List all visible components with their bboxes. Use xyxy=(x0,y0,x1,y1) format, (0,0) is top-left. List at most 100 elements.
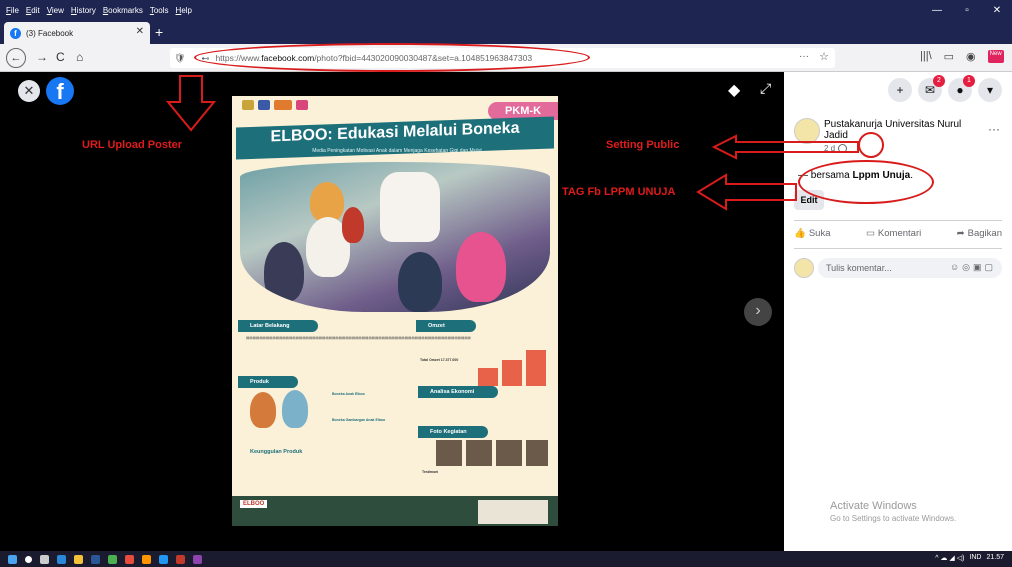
post-options-button[interactable]: ··· xyxy=(988,122,1000,136)
section-analisa-ekonomi: Analisa Ekonomi xyxy=(418,386,498,398)
windows-start-icon[interactable] xyxy=(8,554,17,564)
task-view-icon[interactable] xyxy=(40,554,49,564)
pdf-icon[interactable] xyxy=(176,554,185,564)
chrome-icon[interactable] xyxy=(108,554,117,564)
search-icon[interactable] xyxy=(25,555,32,563)
library-icon[interactable]: |||\ xyxy=(920,50,932,63)
logo-icon xyxy=(274,100,292,110)
account-icon[interactable]: ◉ xyxy=(966,50,976,63)
tray-icons[interactable]: ^ ☁ ◢ ◁) xyxy=(935,554,964,562)
facebook-logo-icon[interactable]: f xyxy=(46,77,74,105)
comment-placeholder: Tulis komentar... xyxy=(826,263,892,273)
menu-edit[interactable]: Edit xyxy=(26,6,40,15)
tab-bar: f (3) Facebook ✕ + xyxy=(0,20,1012,44)
restore-button[interactable]: ▫ xyxy=(952,5,982,16)
next-photo-button[interactable]: › xyxy=(744,298,772,326)
section-latar-belakang: Latar Belakang xyxy=(238,320,318,332)
sidebar-icon[interactable]: ▭ xyxy=(944,50,954,63)
poster-photo xyxy=(240,162,550,312)
page-actions-button[interactable]: ··· xyxy=(799,51,809,62)
system-tray: ^ ☁ ◢ ◁) IND 21.57 xyxy=(935,554,1004,562)
facebook-favicon-icon: f xyxy=(10,27,21,39)
product-2-name: Boneka Gambargan Anak Elboo xyxy=(332,418,386,422)
poster-subtitle: Media Peningkatan Motivasi Anak dalam Me… xyxy=(312,148,482,154)
person-figure xyxy=(264,242,304,302)
home-button[interactable]: ⌂ xyxy=(76,50,83,64)
screen: File Edit View History Bookmarks Tools H… xyxy=(0,0,1012,567)
menu-history[interactable]: History xyxy=(71,6,96,15)
menu-tools[interactable]: Tools xyxy=(150,6,169,15)
poster-footer: ELBOO xyxy=(232,496,558,526)
person-figure xyxy=(398,252,442,312)
menu-bar: File Edit View History Bookmarks Tools H… xyxy=(0,0,1012,20)
menu-bookmarks[interactable]: Bookmarks xyxy=(103,6,143,15)
privacy-highlight-ellipse xyxy=(858,132,884,158)
notifications-button[interactable]: ● 1 xyxy=(948,75,975,102)
share-button[interactable]: ➦ Bagikan xyxy=(957,228,1002,239)
like-button[interactable]: 👍 Suka xyxy=(794,228,831,239)
back-button[interactable]: ← xyxy=(6,48,26,68)
annotation-tag-lppm: TAG Fb LPPM UNUJA xyxy=(562,186,676,198)
post-actions: 👍 Suka ▭ Komentari ➦ Bagikan xyxy=(794,228,1002,239)
doll-figure xyxy=(282,390,308,428)
windows-taskbar: ^ ☁ ◢ ◁) IND 21.57 xyxy=(0,551,1012,567)
account-menu-button[interactable]: ▾ xyxy=(978,78,1002,102)
section-produk: Produk xyxy=(238,376,298,388)
tracking-shield-icon[interactable]: 🛡 xyxy=(174,53,185,64)
close-window-button[interactable]: ✕ xyxy=(982,5,1012,16)
section-omzet: Omzet xyxy=(416,320,476,332)
chart-bar xyxy=(478,368,498,386)
tab-title: (3) Facebook xyxy=(26,28,74,38)
whats-new-icon[interactable]: New xyxy=(987,50,1004,63)
fullscreen-icon[interactable]: ⤢ xyxy=(760,80,771,97)
paint-icon[interactable] xyxy=(193,554,202,564)
close-viewer-button[interactable]: ✕ xyxy=(18,80,40,102)
logo-icon xyxy=(258,100,270,110)
tooth-figure xyxy=(380,172,440,242)
doll-figure xyxy=(342,207,364,243)
tag-photo-icon[interactable]: ◆ xyxy=(728,80,740,100)
comment-tools-icon[interactable]: ☺◎▣▢ xyxy=(950,262,996,273)
menu-help[interactable]: Help xyxy=(176,6,192,15)
minimize-button[interactable]: — xyxy=(922,5,952,16)
watermark-line2: Go to Settings to activate Windows. xyxy=(830,514,957,523)
logo-icon xyxy=(296,100,308,110)
comment-button[interactable]: ▭ Komentari xyxy=(866,228,921,239)
opera-icon[interactable] xyxy=(125,554,134,564)
bookmark-star-icon[interactable]: ☆ xyxy=(819,50,829,63)
down-arrow-icon xyxy=(165,75,217,132)
left-arrow-icon xyxy=(696,173,797,211)
new-tab-button[interactable]: + xyxy=(155,24,163,40)
messenger-button[interactable]: ✉ 2 xyxy=(918,75,945,102)
menu-view[interactable]: View xyxy=(47,6,64,15)
section-keunggulan: Keunggulan Produk xyxy=(250,449,303,455)
tab-facebook[interactable]: f (3) Facebook ✕ xyxy=(4,22,150,44)
comment-icon: ▭ xyxy=(865,228,875,239)
browser-toolbar: |||\ ▭ ◉ New xyxy=(920,50,1004,63)
poster-image: PKM-K ELBOO: Edukasi Melalui Boneka Medi… xyxy=(232,96,558,526)
clock[interactable]: 21.57 xyxy=(986,554,1004,562)
word-icon[interactable] xyxy=(91,554,100,564)
watermark-line1: Activate Windows xyxy=(830,500,917,512)
share-icon: ➦ xyxy=(956,228,965,239)
messenger-icon: ✉ xyxy=(924,83,936,97)
language-indicator[interactable]: IND xyxy=(969,554,981,562)
edge-icon[interactable] xyxy=(57,554,66,564)
comment-input[interactable]: Tulis komentar... ☺◎▣▢ xyxy=(818,258,1002,278)
firefox-icon[interactable] xyxy=(142,554,151,564)
divider xyxy=(794,248,1002,249)
activate-windows-watermark: Activate Windows Go to Settings to activ… xyxy=(830,500,956,523)
close-tab-icon[interactable]: ✕ xyxy=(136,26,144,37)
person-figure xyxy=(310,182,344,222)
forward-button[interactable]: → xyxy=(36,50,48,64)
body-text: ▤▤▤▤▤▤▤▤▤▤▤▤▤▤▤▤▤▤▤▤▤▤▤▤▤▤▤▤▤▤▤▤▤▤▤▤▤▤▤▤… xyxy=(246,336,471,340)
reload-button[interactable]: C xyxy=(56,50,65,64)
like-icon: 👍 xyxy=(794,228,806,239)
create-button[interactable]: + xyxy=(888,78,912,102)
menu-file[interactable]: File xyxy=(6,6,19,15)
omzet-total: Total Omzet 17.377.000 xyxy=(420,358,459,362)
left-arrow-icon xyxy=(712,134,859,160)
url-highlight-ellipse xyxy=(194,43,590,72)
app-icon[interactable] xyxy=(159,554,168,564)
file-explorer-icon[interactable] xyxy=(74,554,83,564)
